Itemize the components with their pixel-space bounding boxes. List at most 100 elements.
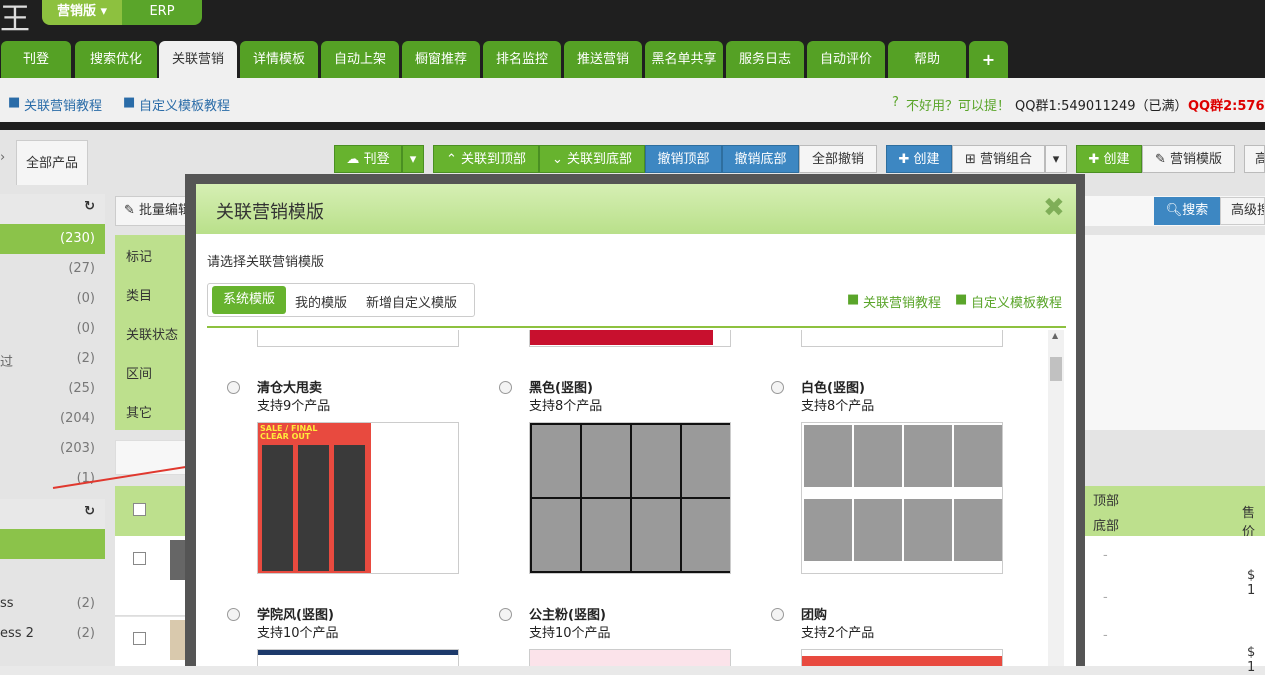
tab-help[interactable]: 帮助	[888, 41, 966, 78]
table-rows-right	[1085, 536, 1265, 666]
template-radio[interactable]	[227, 381, 240, 394]
video-icon: ■	[955, 292, 968, 307]
tab-all-products[interactable]: 全部产品	[16, 140, 88, 185]
publish-button[interactable]: ☁ 刊登	[334, 145, 402, 173]
modal-prompt: 请选择关联营销模版	[207, 255, 325, 270]
refresh-icon[interactable]: ↻	[84, 504, 95, 519]
tab-related-marketing[interactable]: 关联营销	[159, 41, 237, 78]
tab-new-custom-template[interactable]: 新增自定义模版	[366, 292, 457, 311]
template-thumbnail[interactable]	[529, 422, 731, 574]
video-icon: ■	[847, 292, 860, 307]
template-thumbnail[interactable]	[801, 649, 1003, 666]
list-item[interactable]: (0)	[0, 284, 105, 314]
tab-auto-listing[interactable]: 自动上架	[321, 41, 399, 78]
select-all-checkbox[interactable]	[133, 503, 146, 516]
tutorial-link[interactable]: 关联营销教程	[24, 95, 102, 114]
feedback-link[interactable]: 不好用？可以提！	[906, 95, 1010, 114]
template-capacity: 支持10个产品	[529, 626, 611, 641]
tab-my-templates[interactable]: 我的模版	[295, 292, 347, 311]
template-capacity: 支持10个产品	[257, 626, 339, 641]
template-thumbnail[interactable]	[257, 330, 459, 347]
batch-edit-button[interactable]: ✎ 批量编辑	[115, 196, 195, 226]
combo-dropdown[interactable]: ▾	[1045, 145, 1067, 173]
tab-publish[interactable]: 刊登	[1, 41, 71, 78]
tab-service-log[interactable]: 服务日志	[726, 41, 804, 78]
advanced-search-button[interactable]: 高级搜	[1220, 197, 1265, 225]
row-checkbox[interactable]	[133, 552, 146, 565]
list-item[interactable]: ess 2 (2)	[0, 619, 105, 649]
marketing-template-button[interactable]: ✎ 营销模版	[1142, 145, 1235, 173]
undo-top-button[interactable]: 撤销顶部	[645, 145, 722, 173]
custom-template-tutorial-link[interactable]: 自定义模板教程	[139, 95, 230, 114]
scroll-up-icon[interactable]: ▲	[1052, 331, 1058, 340]
tab-add[interactable]: +	[969, 41, 1008, 78]
sale-banner: SALE / FINAL CLEAR OUT	[260, 424, 318, 441]
list-item[interactable]: (230)	[0, 224, 105, 254]
cell-value: -	[1103, 590, 1108, 605]
more-button[interactable]: 高	[1244, 145, 1265, 173]
template-thumbnail[interactable]	[529, 649, 731, 666]
col-bottom-header: 底部	[1093, 519, 1120, 534]
erp-button[interactable]: ERP	[122, 0, 202, 25]
template-capacity: 支持9个产品	[257, 399, 331, 414]
list-item[interactable]: (204)	[0, 404, 105, 434]
tab-seo[interactable]: 搜索优化	[75, 41, 157, 78]
search-button[interactable]: 🔍︎搜索	[1154, 197, 1220, 225]
caret-down-icon: ▾	[1052, 152, 1060, 167]
publish-dropdown[interactable]: ▾	[402, 145, 424, 173]
filter-values	[1085, 235, 1265, 430]
list-item[interactable]: (0)	[0, 314, 105, 344]
tab-showcase[interactable]: 橱窗推荐	[402, 41, 480, 78]
chevron-right-icon[interactable]: ›	[0, 150, 5, 165]
marketing-combo-button[interactable]: ⊞ 营销组合	[952, 145, 1045, 173]
row-checkbox[interactable]	[133, 632, 146, 645]
template-title: 公主粉(竖图)	[529, 608, 606, 623]
filter-label: 区间	[126, 367, 153, 382]
create-combo-button[interactable]: ✚ 创建	[886, 145, 952, 173]
template-thumbnail[interactable]	[801, 330, 1003, 347]
template-thumbnail[interactable]	[257, 649, 459, 666]
filter-label: 类目	[126, 289, 153, 304]
refresh-icon[interactable]: ↻	[84, 199, 95, 214]
scrollbar-thumb[interactable]	[1050, 357, 1062, 381]
list-item[interactable]: (27)	[0, 254, 105, 284]
price-value: $ 1	[1247, 568, 1256, 598]
filter-label: 标记	[126, 250, 153, 265]
list-item[interactable]: (25)	[0, 374, 105, 404]
help-circle-icon: ?	[892, 95, 899, 110]
template-title: 学院风(竖图)	[257, 608, 334, 623]
template-radio[interactable]	[499, 381, 512, 394]
list-item[interactable]: ss (2)	[0, 589, 105, 619]
template-title: 团购	[801, 608, 828, 623]
template-thumbnail[interactable]	[529, 330, 731, 347]
list-item[interactable]	[0, 529, 105, 559]
pencil-icon: ✎	[1154, 152, 1170, 167]
edit-icon: ✎	[124, 203, 140, 218]
template-capacity: 支持8个产品	[529, 399, 603, 414]
tab-auto-review[interactable]: 自动评价	[807, 41, 885, 78]
tab-detail-template[interactable]: 详情模板	[240, 41, 318, 78]
template-radio[interactable]	[771, 608, 784, 621]
mode-selector[interactable]: 营销版 ▾	[42, 0, 122, 25]
template-thumbnail[interactable]	[801, 422, 1003, 574]
tab-push-marketing[interactable]: 推送营销	[564, 41, 642, 78]
tutorial-link[interactable]: 关联营销教程	[863, 292, 941, 311]
link-top-button[interactable]: ⌃ 关联到顶部	[433, 145, 539, 173]
template-radio[interactable]	[499, 608, 512, 621]
list-item[interactable]: 过 (2)	[0, 344, 105, 374]
create-template-button[interactable]: ✚ 创建	[1076, 145, 1142, 173]
close-icon[interactable]: ✖	[1043, 193, 1065, 223]
undo-bottom-button[interactable]: 撤销底部	[722, 145, 799, 173]
link-bottom-button[interactable]: ⌄ 关联到底部	[539, 145, 645, 173]
template-radio[interactable]	[771, 381, 784, 394]
custom-template-tutorial-link[interactable]: 自定义模板教程	[971, 292, 1062, 311]
tab-system-templates[interactable]: 系统模版	[212, 286, 286, 314]
tab-rank-monitor[interactable]: 排名监控	[483, 41, 561, 78]
tab-blacklist[interactable]: 黑名单共享	[645, 41, 723, 78]
undo-all-button[interactable]: 全部撤销	[799, 145, 877, 173]
template-title: 黑色(竖图)	[529, 381, 593, 396]
template-radio[interactable]	[227, 608, 240, 621]
template-thumbnail[interactable]: SALE / FINAL CLEAR OUT	[257, 422, 459, 574]
divider	[0, 122, 1265, 130]
template-capacity: 支持2个产品	[801, 626, 875, 641]
